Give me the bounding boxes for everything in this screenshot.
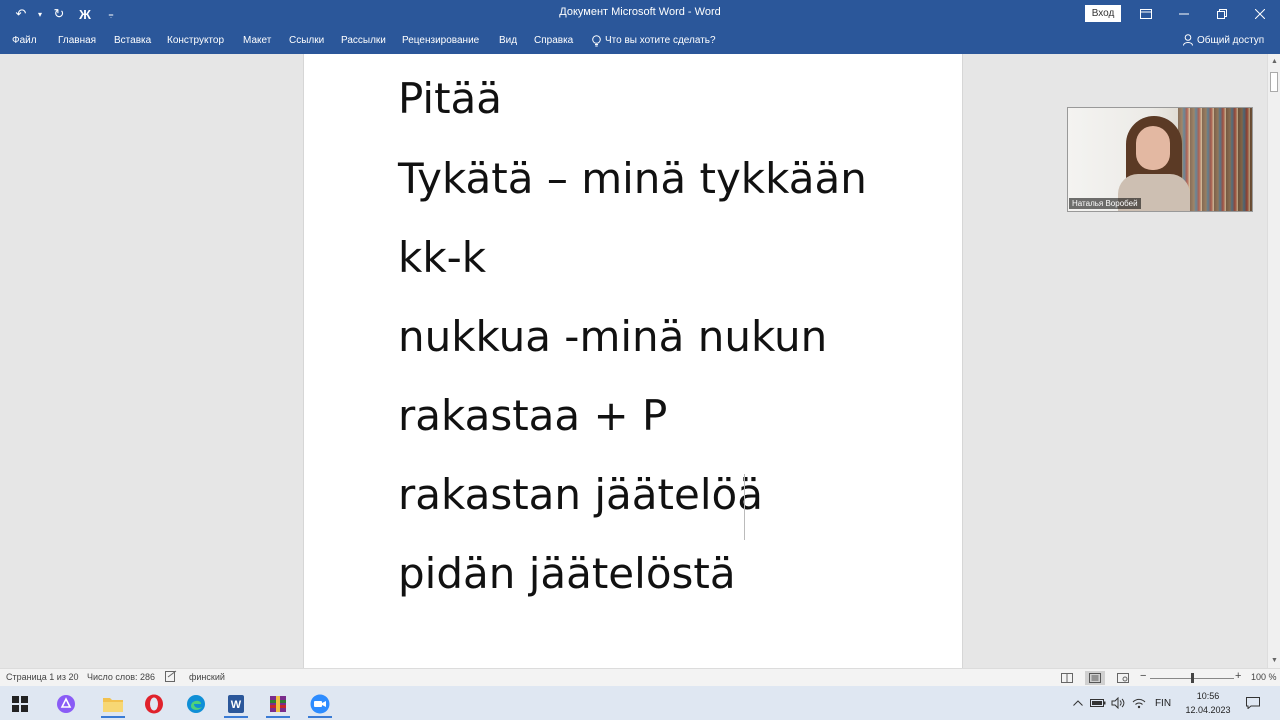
notifications-icon[interactable] [1243, 686, 1263, 720]
tab-review[interactable]: Рецензирование [402, 28, 479, 54]
proofing-icon[interactable] [165, 670, 177, 684]
word-app-icon[interactable]: W [222, 690, 250, 718]
svg-text:W: W [231, 699, 242, 711]
winrar-icon[interactable] [264, 690, 292, 718]
close-icon[interactable] [1242, 0, 1278, 28]
tab-design[interactable]: Конструктор [167, 28, 224, 54]
scroll-down-icon[interactable]: ▼ [1271, 657, 1278, 664]
document-line[interactable]: rakastan jäätelöä [398, 470, 763, 520]
scroll-thumb[interactable] [1270, 72, 1278, 92]
zoom-level[interactable]: 100 % [1251, 672, 1277, 682]
document-line[interactable]: nukkua -minä nukun [398, 312, 827, 362]
clock-date: 12.04.2023 [1185, 705, 1231, 715]
file-explorer-icon[interactable] [99, 690, 127, 718]
tab-view[interactable]: Вид [499, 28, 517, 54]
customize-qat-icon[interactable]: ⩦ [100, 4, 122, 24]
tab-layout[interactable]: Макет [243, 28, 271, 54]
page-count[interactable]: Страница 1 из 20 [6, 672, 78, 682]
clock[interactable]: 10:56 12.04.2023 [1180, 689, 1236, 717]
tab-file[interactable]: Файл [12, 28, 37, 54]
alice-assistant-icon[interactable] [52, 690, 80, 718]
minimize-icon[interactable] [1166, 0, 1202, 28]
web-layout-icon[interactable] [1113, 671, 1133, 685]
participant-face [1136, 126, 1170, 170]
clock-time: 10:56 [1196, 691, 1220, 701]
opera-browser-icon[interactable] [140, 690, 168, 718]
windows-taskbar: W FIN 10:56 12.04.2023 [0, 686, 1280, 720]
read-mode-icon[interactable] [1057, 671, 1077, 685]
tab-insert[interactable]: Вставка [114, 28, 151, 54]
active-app-indicator [308, 716, 332, 718]
tell-me-box[interactable]: Что вы хотите сделать? [592, 28, 716, 54]
status-bar: Страница 1 из 20 Число слов: 286 финский… [0, 668, 1280, 686]
windows-start-icon[interactable] [6, 690, 34, 718]
active-app-indicator [101, 716, 125, 718]
word-count[interactable]: Число слов: 286 [87, 672, 155, 682]
wifi-icon[interactable] [1130, 686, 1148, 720]
tab-help[interactable]: Справка [534, 28, 573, 54]
input-language[interactable]: FIN [1152, 686, 1174, 720]
tab-home[interactable]: Главная [58, 28, 96, 54]
volume-icon[interactable] [1109, 686, 1127, 720]
print-layout-icon[interactable] [1085, 671, 1105, 685]
scroll-up-icon[interactable]: ▲ [1271, 58, 1278, 65]
undo-icon[interactable]: ↶ [10, 4, 32, 24]
zoom-slider-thumb[interactable] [1190, 673, 1194, 683]
vertical-scrollbar[interactable]: ▲ ▼ [1267, 54, 1280, 668]
share-button[interactable]: Общий доступ [1183, 34, 1264, 46]
zoom-app-icon[interactable] [306, 690, 334, 718]
document-line[interactable]: Pitää [398, 74, 502, 124]
video-thumbnail[interactable]: Наталья Воробей [1067, 107, 1253, 212]
ribbon-tabs: Файл Главная Вставка Конструктор Макет С… [0, 28, 1280, 54]
restore-icon[interactable] [1204, 0, 1240, 28]
active-app-indicator [266, 716, 290, 718]
title-bar: ↶ ▾ ↻ Ж ⩦ Документ Microsoft Word - Word… [0, 0, 1280, 28]
zoom-out-icon[interactable]: − [1140, 670, 1146, 682]
edge-browser-icon[interactable] [182, 690, 210, 718]
person-icon [1183, 34, 1193, 46]
bold-icon[interactable]: Ж [74, 4, 96, 24]
show-hidden-icons-icon[interactable] [1070, 686, 1086, 720]
participant-name: Наталья Воробей [1069, 198, 1141, 209]
document-line[interactable]: kk-k [398, 233, 486, 283]
undo-dropdown-icon[interactable]: ▾ [36, 4, 44, 24]
lightbulb-icon [592, 35, 601, 47]
quick-access-toolbar: ↶ ▾ ↻ Ж ⩦ [10, 4, 122, 24]
signin-button[interactable]: Вход [1085, 5, 1121, 22]
tab-mailings[interactable]: Рассылки [341, 28, 386, 54]
text-cursor [744, 474, 745, 540]
tell-me-label: Что вы хотите сделать? [605, 35, 716, 46]
battery-icon[interactable] [1089, 686, 1107, 720]
zoom-in-icon[interactable]: + [1235, 670, 1241, 682]
share-label: Общий доступ [1197, 34, 1265, 46]
document-line[interactable]: pidän jäätelöstä [398, 549, 736, 599]
document-line[interactable]: rakastaa + P [398, 391, 667, 441]
ribbon-display-options-icon[interactable] [1128, 0, 1164, 28]
document-line[interactable]: Tykätä – minä tykkään [398, 154, 867, 204]
tab-references[interactable]: Ссылки [289, 28, 324, 54]
language-indicator[interactable]: финский [189, 672, 225, 682]
active-app-indicator [224, 716, 248, 718]
document-page[interactable]: Pitää Tykätä – minä tykkään kk-k nukkua … [303, 54, 963, 668]
redo-icon[interactable]: ↻ [48, 4, 70, 24]
